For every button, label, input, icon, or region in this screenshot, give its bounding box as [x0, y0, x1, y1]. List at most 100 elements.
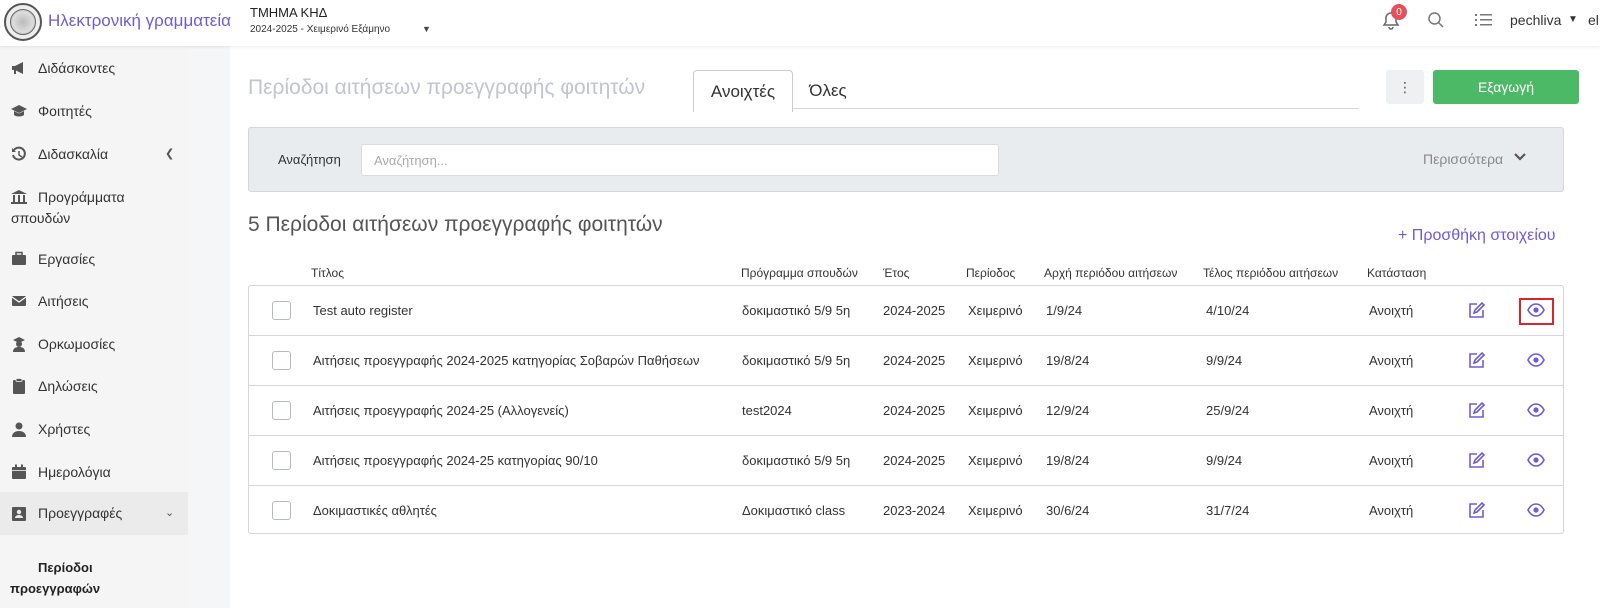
table-row[interactable]: Αιτήσεις προεγγραφής 2024-25 (Αλλογενείς…: [249, 386, 1563, 436]
table-row[interactable]: Test auto register δοκιμαστικό 5/9 5η 20…: [249, 286, 1563, 336]
results-count-title: 5 Περίοδοι αιτήσεων προεγγραφής φοιτητών: [248, 213, 663, 236]
row-period: Χειμερινό: [968, 353, 1023, 368]
row-period: Χειμερινό: [968, 403, 1023, 418]
row-year: 2024-2025: [883, 453, 946, 468]
department-name: ΤΜΗΜΑ ΚΗΔ: [250, 5, 328, 20]
sidebar-item-assignments[interactable]: Εργασίες: [0, 251, 188, 281]
megaphone-icon: [12, 62, 23, 74]
column-header-end[interactable]: Τέλος περιόδου αιτήσεων: [1203, 266, 1338, 280]
briefcase-icon: [12, 251, 26, 265]
row-year: 2023-2024: [883, 503, 946, 518]
row-period: Χειμερινό: [968, 303, 1023, 318]
column-header-start[interactable]: Αρχή περιόδου αιτήσεων: [1044, 266, 1177, 280]
sidebar-item-teaching[interactable]: Διδασκαλία ❮: [0, 146, 188, 176]
university-logo[interactable]: [4, 3, 42, 41]
row-start: 19/8/24: [1046, 453, 1090, 468]
search-panel: Αναζήτηση Περισσότερα: [248, 127, 1564, 192]
row-status: Ανοιχτή: [1369, 303, 1414, 318]
sidebar-item-declarations[interactable]: Δηλώσεις: [0, 378, 188, 408]
eye-icon[interactable]: [1527, 403, 1545, 417]
edit-icon[interactable]: [1468, 352, 1485, 369]
row-title: Αιτήσεις προεγγραφής 2024-2025 κατηγορία…: [313, 353, 700, 368]
row-year: 2024-2025: [883, 403, 946, 418]
sidebar-item-study-programs[interactable]: Προγράμματα σπουδών: [0, 187, 188, 233]
language-selector[interactable]: el: [1588, 12, 1599, 28]
row-year: 2024-2025: [883, 353, 946, 368]
row-end: 9/9/24: [1206, 453, 1243, 468]
row-status: Ανοιχτή: [1369, 353, 1414, 368]
row-program: δοκιμαστικό 5/9 5η: [742, 353, 851, 368]
row-program: δοκιμαστικό 5/9 5η: [742, 303, 851, 318]
graduate-icon: [13, 337, 25, 352]
row-checkbox[interactable]: [272, 301, 291, 320]
column-header-year[interactable]: Έτος: [883, 266, 909, 280]
row-checkbox[interactable]: [272, 501, 291, 520]
tab-all[interactable]: Όλες: [800, 70, 856, 112]
page-title: Περίοδοι αιτήσεων προεγγραφής φοιτητών: [248, 76, 646, 99]
graduation-cap-icon: [11, 105, 27, 117]
list-icon[interactable]: [1475, 12, 1493, 28]
search-label: Αναζήτηση: [278, 152, 341, 167]
search-input[interactable]: [361, 144, 999, 176]
eye-icon[interactable]: [1527, 503, 1545, 517]
row-year: 2024-2025: [883, 303, 946, 318]
row-title: Αιτήσεις προεγγραφής 2024-25 κατηγορίας …: [313, 453, 598, 468]
row-checkbox[interactable]: [272, 451, 291, 470]
more-options-button[interactable]: ⋮: [1386, 70, 1424, 104]
app-title[interactable]: Ηλεκτρονική γραμματεία: [48, 11, 231, 31]
kebab-icon: ⋮: [1398, 78, 1412, 95]
row-start: 1/9/24: [1046, 303, 1083, 318]
row-period: Χειμερινό: [968, 503, 1023, 518]
tab-open[interactable]: Ανοιχτές: [693, 70, 793, 112]
sidebar: Διδάσκοντες Φοιτητές Διδασκαλία ❮ Προγρά…: [0, 46, 188, 608]
edit-icon[interactable]: [1468, 402, 1485, 419]
periods-table: Test auto register δοκιμαστικό 5/9 5η 20…: [248, 285, 1564, 534]
table-row[interactable]: Αιτήσεις προεγγραφής 2024-25 κατηγορίας …: [249, 436, 1563, 486]
column-header-status[interactable]: Κατάσταση: [1367, 266, 1426, 280]
tabs-divider: [793, 108, 1359, 109]
row-start: 12/9/24: [1046, 403, 1090, 418]
sidebar-subitem-preregistration-periods[interactable]: Περίοδοι προεγγραφών: [10, 557, 180, 599]
sidebar-item-preregistrations[interactable]: Προεγγραφές ⌄: [0, 492, 188, 535]
sidebar-item-instructors[interactable]: Διδάσκοντες: [0, 60, 188, 90]
user-menu[interactable]: pechliva: [1510, 12, 1561, 28]
row-checkbox[interactable]: [272, 351, 291, 370]
chevron-down-icon[interactable]: [1513, 150, 1527, 164]
sidebar-item-graduations[interactable]: Ορκωμοσίες: [0, 336, 188, 366]
table-row[interactable]: Αιτήσεις προεγγραφής 2024-2025 κατηγορία…: [249, 336, 1563, 386]
edit-icon[interactable]: [1468, 502, 1485, 519]
chevron-down-icon: ⌄: [165, 507, 175, 519]
clipboard-icon: [13, 378, 25, 394]
row-start: 19/8/24: [1046, 353, 1090, 368]
eye-icon[interactable]: [1527, 353, 1545, 367]
id-card-icon: [12, 507, 26, 521]
row-status: Ανοιχτή: [1369, 453, 1414, 468]
row-program: test2024: [742, 403, 792, 418]
edit-icon[interactable]: [1468, 452, 1485, 469]
chevron-down-icon[interactable]: ▼: [1568, 14, 1578, 25]
row-checkbox[interactable]: [272, 401, 291, 420]
more-filters-toggle[interactable]: Περισσότερα: [1423, 151, 1503, 167]
row-end: 25/9/24: [1206, 403, 1250, 418]
column-header-period[interactable]: Περίοδος: [966, 266, 1015, 280]
column-header-title[interactable]: Τίτλος: [311, 266, 344, 280]
row-title: Δοκιμαστικές αθλητές: [313, 503, 437, 518]
caret-down-icon[interactable]: ▼: [422, 24, 431, 34]
row-title: Αιτήσεις προεγγραφής 2024-25 (Αλλογενείς…: [313, 403, 569, 418]
search-icon[interactable]: [1427, 11, 1445, 29]
edit-icon[interactable]: [1468, 302, 1485, 319]
sidebar-item-users[interactable]: Χρήστες: [0, 421, 188, 451]
calendar-icon: [12, 464, 26, 479]
export-button[interactable]: Εξαγωγή: [1433, 70, 1579, 104]
row-status: Ανοιχτή: [1369, 403, 1414, 418]
sidebar-item-students[interactable]: Φοιτητές: [0, 103, 188, 133]
table-row[interactable]: Δοκιμαστικές αθλητές Δοκιμαστικό class 2…: [249, 486, 1563, 534]
sidebar-item-requests[interactable]: Αιτήσεις: [0, 293, 188, 323]
semester-selector[interactable]: 2024-2025 - Χειμερινό Εξάμηνο: [250, 24, 390, 35]
eye-icon[interactable]: [1527, 453, 1545, 467]
add-item-link[interactable]: + Προσθήκη στοιχείου: [1398, 227, 1556, 245]
column-header-program[interactable]: Πρόγραμμα σπουδών: [741, 266, 858, 280]
sidebar-item-calendars[interactable]: Ημερολόγια: [0, 464, 188, 494]
row-period: Χειμερινό: [968, 453, 1023, 468]
highlight-box: [1519, 298, 1554, 325]
